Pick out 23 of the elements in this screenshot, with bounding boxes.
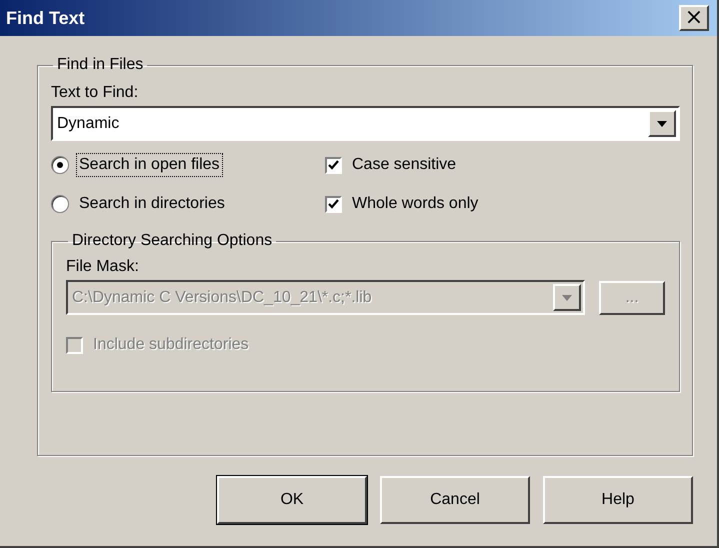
radio-button[interactable] (51, 156, 69, 174)
close-button[interactable]: × (679, 5, 709, 31)
checkbox[interactable] (325, 196, 342, 212)
radio-button[interactable] (51, 195, 69, 213)
window-title: Find Text (6, 8, 85, 28)
dialog-button[interactable]: OK (217, 476, 367, 524)
dropdown-arrow-icon (562, 294, 572, 300)
group-title: Find in Files (56, 56, 144, 74)
group-title: Directory Searching Options (71, 232, 274, 250)
field-label: Text to Find: (51, 84, 140, 102)
combo-value: Dynamic (57, 114, 120, 132)
combo-value: C:\Dynamic C Versions\DC_10_21\*.c;*.lib (72, 288, 372, 306)
dialog-button[interactable]: Help (543, 476, 693, 524)
dialog-button[interactable]: Cancel (380, 476, 530, 524)
radio-label[interactable]: Search in directories (77, 193, 227, 215)
checkbox-label[interactable]: Case sensitive (350, 154, 458, 176)
checkbox-label[interactable]: Whole words only (350, 193, 480, 215)
checkbox[interactable] (325, 156, 342, 174)
text-combo-box[interactable]: Dynamic (51, 106, 680, 141)
field-label: File Mask: (66, 258, 140, 276)
dropdown-arrow-icon (657, 120, 667, 126)
dropdown-button[interactable] (648, 110, 676, 137)
radio-label[interactable]: Search in open files (77, 154, 222, 176)
